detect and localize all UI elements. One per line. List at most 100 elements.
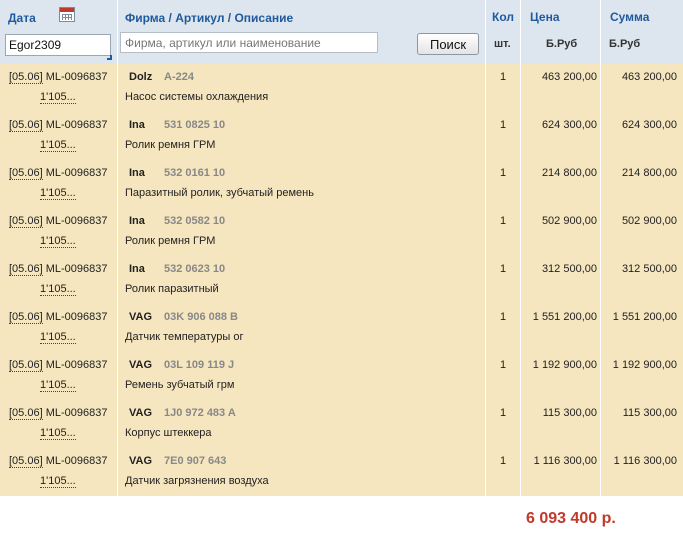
article-number: 03K 906 088 B bbox=[164, 311, 238, 323]
table-row[interactable]: [05.06] ML-0096837 1'105... VAG 7E0 907 … bbox=[0, 448, 683, 496]
order-sub-link[interactable]: 1'105... bbox=[40, 283, 76, 296]
table-row[interactable]: [05.06] ML-0096837 1'105... VAG 03K 906 … bbox=[0, 304, 683, 352]
price-cell: 463 200,00 bbox=[541, 71, 597, 83]
sum-cell: 1 116 300,00 bbox=[613, 455, 677, 467]
order-sub-link[interactable]: 1'105... bbox=[40, 427, 76, 440]
order-date-cell: [05.06] ML-0096837 bbox=[9, 71, 108, 84]
qty-cell: 1 bbox=[499, 167, 507, 179]
item-description: Датчик температуры ог bbox=[125, 331, 244, 343]
qty-cell: 1 bbox=[499, 263, 507, 275]
price-cell: 214 800,00 bbox=[541, 167, 597, 179]
order-number: ML-0096837 bbox=[45, 359, 108, 371]
price-cell: 1 192 900,00 bbox=[532, 359, 597, 371]
article-number: 03L 109 119 J bbox=[164, 359, 235, 371]
table-row[interactable]: [05.06] ML-0096837 1'105... Ina 532 0623… bbox=[0, 256, 683, 304]
order-number: ML-0096837 bbox=[45, 455, 108, 467]
table-header: Дата Фирма / Артикул / Описание Поиск Ко… bbox=[0, 0, 683, 64]
qty-unit-label: шт. bbox=[494, 38, 511, 50]
article-column-header[interactable]: Артикул bbox=[175, 11, 224, 25]
order-total: 6 093 400 р. bbox=[526, 510, 616, 527]
order-sub-link[interactable]: 1'105... bbox=[40, 331, 76, 344]
order-date-link[interactable]: [05.06] bbox=[9, 311, 43, 324]
price-cell: 624 300,00 bbox=[541, 119, 597, 131]
table-row[interactable]: [05.06] ML-0096837 1'105... Ina 532 0161… bbox=[0, 160, 683, 208]
table-row[interactable]: [05.06] ML-0096837 1'105... Ina 532 0582… bbox=[0, 208, 683, 256]
table-row[interactable]: [05.06] ML-0096837 1'105... VAG 03L 109 … bbox=[0, 352, 683, 400]
sum-cell: 312 500,00 bbox=[621, 263, 677, 275]
order-number: ML-0096837 bbox=[45, 263, 108, 275]
order-number: ML-0096837 bbox=[45, 215, 108, 227]
sum-cell: 502 900,00 bbox=[621, 215, 677, 227]
order-date-link[interactable]: [05.06] bbox=[9, 407, 43, 420]
order-number: ML-0096837 bbox=[45, 407, 108, 419]
price-cell: 502 900,00 bbox=[541, 215, 597, 227]
sum-cell: 214 800,00 bbox=[621, 167, 677, 179]
brand-name: VAG bbox=[129, 455, 153, 467]
calendar-icon[interactable] bbox=[59, 7, 75, 22]
sum-cell: 1 192 900,00 bbox=[612, 359, 677, 371]
table-row[interactable]: [05.06] ML-0096837 1'105... Ina 531 0825… bbox=[0, 112, 683, 160]
item-description: Ролик ремня ГРМ bbox=[125, 235, 216, 247]
item-description: Паразитный ролик, зубчатый ремень bbox=[125, 187, 314, 199]
article-number: A-224 bbox=[164, 71, 194, 83]
sum-unit-label: Б.Руб bbox=[609, 38, 641, 50]
qty-cell: 1 bbox=[499, 311, 507, 323]
qty-cell: 1 bbox=[499, 407, 507, 419]
order-date-cell: [05.06] ML-0096837 bbox=[9, 359, 108, 372]
brand-name: Ina bbox=[129, 167, 145, 179]
sum-cell: 115 300,00 bbox=[622, 407, 677, 419]
item-description: Ролик паразитный bbox=[125, 283, 219, 295]
order-sub-link[interactable]: 1'105... bbox=[40, 139, 76, 152]
order-date-link[interactable]: [05.06] bbox=[9, 215, 43, 228]
price-unit-label: Б.Руб bbox=[546, 38, 578, 50]
article-number: 532 0161 10 bbox=[164, 167, 226, 179]
item-description: Ремень зубчатый грм bbox=[125, 379, 235, 391]
header-separator: / bbox=[165, 11, 176, 25]
article-number: 1J0 972 483 A bbox=[164, 407, 236, 419]
article-number: 7E0 907 643 bbox=[164, 455, 227, 467]
order-sub-link[interactable]: 1'105... bbox=[40, 475, 76, 488]
search-input[interactable] bbox=[120, 32, 378, 53]
header-separator: / bbox=[224, 11, 235, 25]
order-date-cell: [05.06] ML-0096837 bbox=[9, 407, 108, 420]
order-date-cell: [05.06] ML-0096837 bbox=[9, 455, 108, 468]
table-row[interactable]: [05.06] ML-0096837 1'105... Dolz A-224 Н… bbox=[0, 64, 683, 112]
order-sub-link[interactable]: 1'105... bbox=[40, 379, 76, 392]
order-date-link[interactable]: [05.06] bbox=[9, 359, 43, 372]
qty-cell: 1 bbox=[499, 455, 507, 467]
qty-cell: 1 bbox=[499, 359, 507, 371]
qty-column-header[interactable]: Кол bbox=[492, 10, 514, 24]
search-button[interactable]: Поиск bbox=[417, 33, 479, 55]
item-description: Ролик ремня ГРМ bbox=[125, 139, 216, 151]
date-column-header[interactable]: Дата bbox=[8, 11, 36, 25]
order-date-link[interactable]: [05.06] bbox=[9, 167, 43, 180]
sum-cell: 463 200,00 bbox=[621, 71, 677, 83]
order-date-cell: [05.06] ML-0096837 bbox=[9, 311, 107, 324]
article-number: 532 0582 10 bbox=[164, 215, 226, 227]
qty-cell: 1 bbox=[499, 71, 507, 83]
order-date-link[interactable]: [05.06] bbox=[9, 71, 43, 84]
column-divider bbox=[117, 0, 118, 64]
column-divider bbox=[520, 0, 521, 64]
price-column-header[interactable]: Цена bbox=[530, 10, 560, 24]
sum-column-header[interactable]: Сумма bbox=[610, 10, 649, 24]
brand-name: Dolz bbox=[129, 71, 153, 83]
brand-name: Ina bbox=[129, 263, 145, 275]
order-sub-link[interactable]: 1'105... bbox=[40, 235, 76, 248]
order-sub-link[interactable]: 1'105... bbox=[40, 91, 76, 104]
brand-name: Ina bbox=[129, 119, 145, 131]
price-cell: 1 551 200,00 bbox=[532, 311, 597, 323]
user-filter-input[interactable] bbox=[5, 34, 111, 56]
table-row[interactable]: [05.06] ML-0096837 1'105... VAG 1J0 972 … bbox=[0, 400, 683, 448]
order-date-link[interactable]: [05.06] bbox=[9, 455, 43, 468]
order-date-link[interactable]: [05.06] bbox=[9, 263, 43, 276]
brand-name: Ina bbox=[129, 215, 145, 227]
price-cell: 115 300,00 bbox=[542, 407, 597, 419]
order-number: ML-0096837 bbox=[45, 71, 108, 83]
order-date-cell: [05.06] ML-0096837 bbox=[9, 263, 108, 276]
order-sub-link[interactable]: 1'105... bbox=[40, 187, 76, 200]
order-date-link[interactable]: [05.06] bbox=[9, 119, 43, 132]
firm-column-header[interactable]: Фирма bbox=[125, 11, 165, 25]
order-date-cell: [05.06] ML-0096837 bbox=[9, 119, 107, 132]
description-column-header[interactable]: Описание bbox=[234, 11, 293, 25]
